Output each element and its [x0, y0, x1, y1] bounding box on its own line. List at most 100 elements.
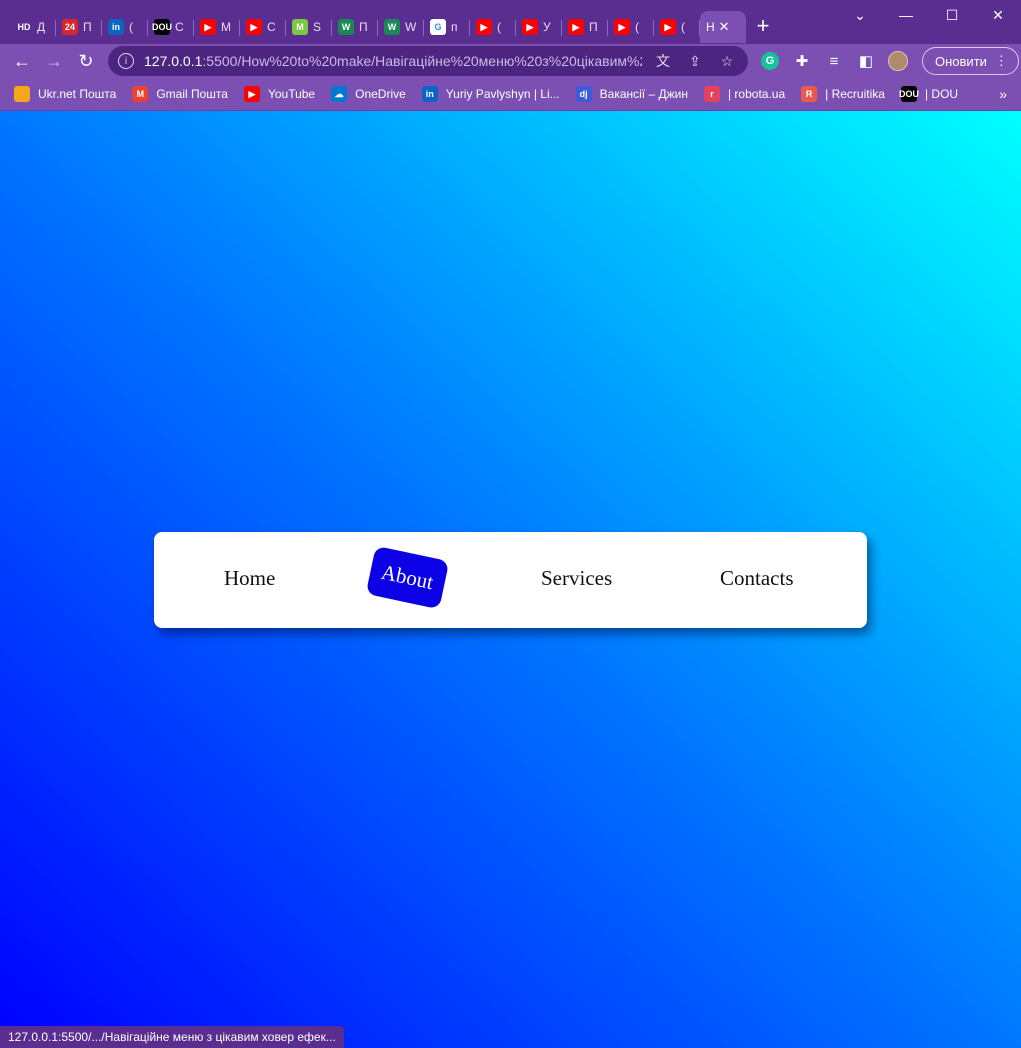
window-controls: ⌄ — ☐ ✕ — [837, 0, 1021, 30]
onedrive-icon: ☁ — [331, 86, 348, 102]
tab-search-icon[interactable]: ⌄ — [837, 0, 883, 30]
browser-tab[interactable]: ▶ П — [562, 11, 608, 43]
puzzle-icon: ✚ — [795, 53, 809, 70]
bookmark-label: Вакансії – Джин — [599, 87, 688, 101]
browser-tab[interactable]: WП — [332, 11, 378, 43]
translate-icon[interactable]: 文 — [652, 50, 674, 72]
bookmark-item[interactable]: dj Вакансії – Джин — [575, 86, 688, 102]
bookmark-item[interactable]: r | robota.ua — [703, 86, 785, 102]
24-icon: 24 — [62, 19, 78, 35]
browser-tab[interactable]: ▶( — [654, 11, 700, 43]
tab-title: S — [313, 20, 322, 34]
bookmark-item[interactable]: DOU | DOU — [899, 86, 959, 102]
tab-title: П — [83, 20, 92, 34]
reload-button[interactable]: ↻ — [70, 45, 102, 77]
bookmark-item[interactable]: in Yuriy Pavlyshyn | Li... — [421, 86, 560, 102]
update-label: Оновити — [935, 53, 987, 69]
avatar — [888, 51, 908, 71]
youtube-icon: ▶ — [200, 19, 216, 35]
browser-tab[interactable]: ▶( — [470, 11, 516, 43]
tab-title: Н — [706, 20, 715, 34]
new-tab-button[interactable]: + — [746, 9, 780, 43]
robota-icon: r — [703, 86, 720, 102]
navigation-menu: Home About Services Contacts — [154, 532, 867, 628]
nav-link-contacts[interactable]: Contacts — [720, 566, 794, 591]
gmail-icon: M — [132, 86, 149, 102]
browser-tab[interactable]: 24 П — [56, 11, 102, 43]
bookmark-item[interactable]: ▶ YouTube — [243, 86, 316, 102]
google-icon: G — [430, 19, 446, 35]
url-path: :5500/How%20to%20make/Навігаційне%20меню… — [202, 53, 642, 69]
browser-tab-active[interactable]: Н ✕ — [700, 11, 746, 43]
browser-tab[interactable]: ▶ M — [194, 11, 240, 43]
close-tab-icon[interactable]: ✕ — [719, 19, 730, 35]
media-control-button[interactable]: ≡ — [818, 45, 850, 77]
maximize-button[interactable]: ☐ — [929, 0, 975, 30]
tab-title: C — [267, 20, 276, 34]
page-viewport: Home About Services Contacts 127.0.0.1:5500… — [0, 111, 1021, 1048]
youtube-icon: ▶ — [568, 19, 584, 35]
dou-icon: DOU — [899, 86, 919, 102]
site-info-icon[interactable]: i — [118, 53, 134, 69]
tab-title: W — [405, 20, 417, 34]
url-text[interactable]: 127.0.0.1:5500/How%20to%20make/Навігацій… — [144, 53, 642, 69]
tab-title: П — [589, 20, 598, 34]
w-icon: W — [384, 19, 400, 35]
bookmarks-overflow-button[interactable]: » — [999, 86, 1007, 102]
bookmark-label: Yuriy Pavlyshyn | Li... — [445, 87, 560, 101]
tab-title: ( — [635, 20, 639, 34]
address-bar[interactable]: i 127.0.0.1:5500/How%20to%20make/Навігац… — [108, 46, 748, 76]
tab-title: M — [221, 20, 231, 34]
nav-link-about[interactable]: About — [365, 545, 449, 610]
side-panel-icon: ◧ — [858, 53, 874, 70]
browser-tab[interactable]: DOU С — [148, 11, 194, 43]
playlist-icon: ≡ — [829, 52, 839, 70]
status-bar: 127.0.0.1:5500/.../Навігаційне меню з ці… — [0, 1026, 344, 1048]
youtube-icon: ▶ — [522, 19, 538, 35]
tab-strip: HD Д 24 Пin(DOU С ▶ M ▶ C M S W П W W Gп ▶(▶ У ▶ П ▶(▶(Н ✕ + ⌄… — [0, 0, 1021, 44]
star-icon[interactable]: ☆ — [716, 50, 738, 72]
forward-button[interactable]: → — [38, 45, 70, 77]
grammarly-extension-button[interactable]: G — [754, 45, 786, 77]
djinni-icon: dj — [575, 86, 592, 102]
minimize-button[interactable]: — — [883, 0, 929, 30]
browser-tab[interactable]: HD Д — [10, 11, 56, 43]
nav-link-services[interactable]: Services — [541, 566, 612, 591]
tab-title: У — [543, 20, 551, 34]
tab-title: Д — [37, 20, 46, 34]
browser-tab[interactable]: WW — [378, 11, 424, 43]
bookmark-label: | DOU — [924, 87, 959, 101]
share-icon[interactable]: ⇪ — [684, 50, 706, 72]
url-host: 127.0.0.1 — [144, 53, 203, 69]
browser-tab[interactable]: MS — [286, 11, 332, 43]
browser-tab[interactable]: ▶ C — [240, 11, 286, 43]
tab-title: С — [175, 20, 184, 34]
linkedin-icon: in — [421, 86, 438, 102]
arrow-right-icon: → — [45, 50, 63, 71]
linkedin-icon: in — [108, 19, 124, 35]
recruitika-icon: R — [801, 86, 818, 102]
browser-tab[interactable]: ▶ У — [516, 11, 562, 43]
browser-tab[interactable]: ▶( — [608, 11, 654, 43]
side-panel-button[interactable]: ◧ — [850, 45, 882, 77]
bookmark-item[interactable]: R | Recruitika — [801, 86, 885, 102]
youtube-icon: ▶ — [246, 19, 262, 35]
reload-icon: ↻ — [78, 50, 94, 71]
close-window-button[interactable]: ✕ — [975, 0, 1021, 30]
tab-title: ( — [129, 20, 133, 34]
bookmark-label: YouTube — [267, 87, 316, 101]
arrow-left-icon: ← — [13, 50, 31, 71]
bookmark-item[interactable]: Ukr.net Пошта — [14, 86, 116, 102]
hd-icon: HD — [16, 19, 32, 35]
youtube-icon: ▶ — [243, 86, 260, 102]
profile-button[interactable] — [882, 45, 914, 77]
nav-link-home[interactable]: Home — [224, 566, 275, 591]
browser-tab[interactable]: in ( — [102, 11, 148, 43]
browser-tab[interactable]: Gп — [424, 11, 470, 43]
bookmark-label: Gmail Пошта — [156, 87, 228, 101]
bookmark-item[interactable]: M Gmail Пошта — [132, 86, 228, 102]
back-button[interactable]: ← — [6, 45, 38, 77]
update-button[interactable]: Оновити ⋮ — [922, 47, 1019, 75]
extensions-button[interactable]: ✚ — [786, 45, 818, 77]
bookmark-item[interactable]: ☁ OneDrive — [331, 86, 406, 102]
